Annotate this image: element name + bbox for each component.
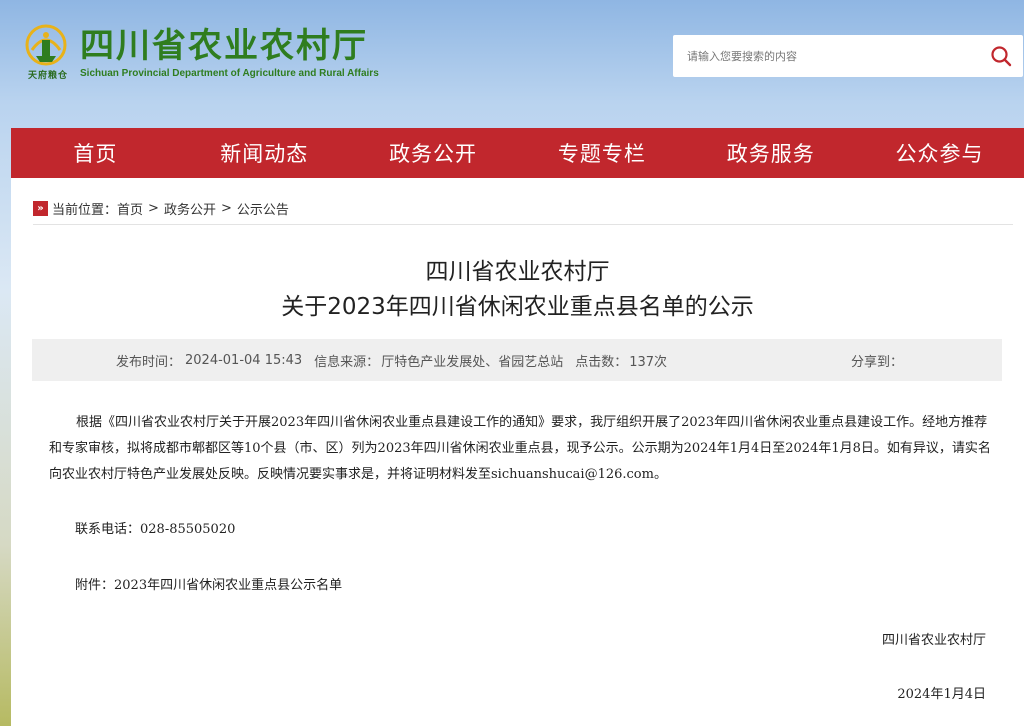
source-value: 厅特色产业发展处、省园艺总站 [381, 354, 564, 370]
publish-label: 发布时间： [116, 354, 182, 370]
attachment-link[interactable]: 2023年四川省休闲农业重点县公示名单 [114, 578, 342, 593]
attachment-row: 附件：2023年四川省休闲农业重点县公示名单 [75, 574, 342, 593]
nav-item-news[interactable]: 新闻动态 [180, 128, 349, 178]
site-title[interactable]: 四川省农业农村厅 [80, 26, 368, 66]
article-title-line2: 关于2023年四川省休闲农业重点县名单的公示 [281, 294, 754, 320]
search-icon [991, 46, 1012, 67]
article-meta-bar: 发布时间： 2024-01-04 15:43 信息来源： 厅特色产业发展处、省园… [32, 339, 1002, 381]
nav-item-home[interactable]: 首页 [11, 128, 180, 178]
nav-item-government-affairs[interactable]: 政务公开 [349, 128, 518, 178]
breadcrumb-announcements[interactable]: 公示公告 [237, 199, 289, 218]
signature-date: 2024年1月4日 [897, 687, 986, 702]
clicks-value: 137次 [629, 354, 668, 370]
contact-phone: 联系电话：028-85505020 [75, 522, 236, 537]
search-button[interactable] [979, 35, 1023, 77]
article-body: 根据《四川省农业农村厅关于开展2023年四川省休闲农业重点县建设工作的通知》要求… [49, 415, 991, 482]
main-nav: 首页 新闻动态 政务公开 专题专栏 政务服务 公众参与 [11, 128, 1024, 178]
breadcrumb: » 当前位置： 首页 > 政务公开 > 公示公告 [33, 198, 1013, 218]
publish-time: 2024-01-04 15:43 [185, 352, 303, 368]
clicks-label: 点击数： [575, 354, 628, 370]
logo-slogan: 天府粮仓 [27, 71, 68, 81]
breadcrumb-separator: > [148, 200, 159, 216]
double-chevron-right-icon: » [33, 200, 48, 216]
breadcrumb-home[interactable]: 首页 [117, 199, 143, 218]
site-title-english: Sichuan Provincial Department of Agricul… [80, 68, 379, 79]
article-container: » 当前位置： 首页 > 政务公开 > 公示公告 四川省农业农村厅 关于2023… [11, 178, 1024, 726]
signature: 四川省农业农村厅 [881, 633, 986, 648]
article-title-line1: 四川省农业农村厅 [425, 259, 610, 285]
attachment-label: 附件： [75, 578, 115, 593]
breadcrumb-prefix: 当前位置： [52, 202, 118, 218]
site-header: 天府粮仓 四川省农业农村厅 Sichuan Provincial Departm… [0, 0, 1024, 128]
nav-item-special-topics[interactable]: 专题专栏 [517, 128, 686, 178]
search-input[interactable] [673, 35, 979, 77]
source-label: 信息来源： [314, 354, 380, 370]
search-bar [673, 35, 1023, 77]
share-label: 分享到： [851, 354, 904, 370]
breadcrumb-government-affairs[interactable]: 政务公开 [164, 199, 216, 218]
nav-item-government-services[interactable]: 政务服务 [686, 128, 855, 178]
logo-emblem-icon[interactable] [22, 24, 70, 66]
breadcrumb-divider [33, 224, 1013, 225]
nav-item-public-participation[interactable]: 公众参与 [855, 128, 1024, 178]
breadcrumb-separator: > [220, 200, 232, 216]
